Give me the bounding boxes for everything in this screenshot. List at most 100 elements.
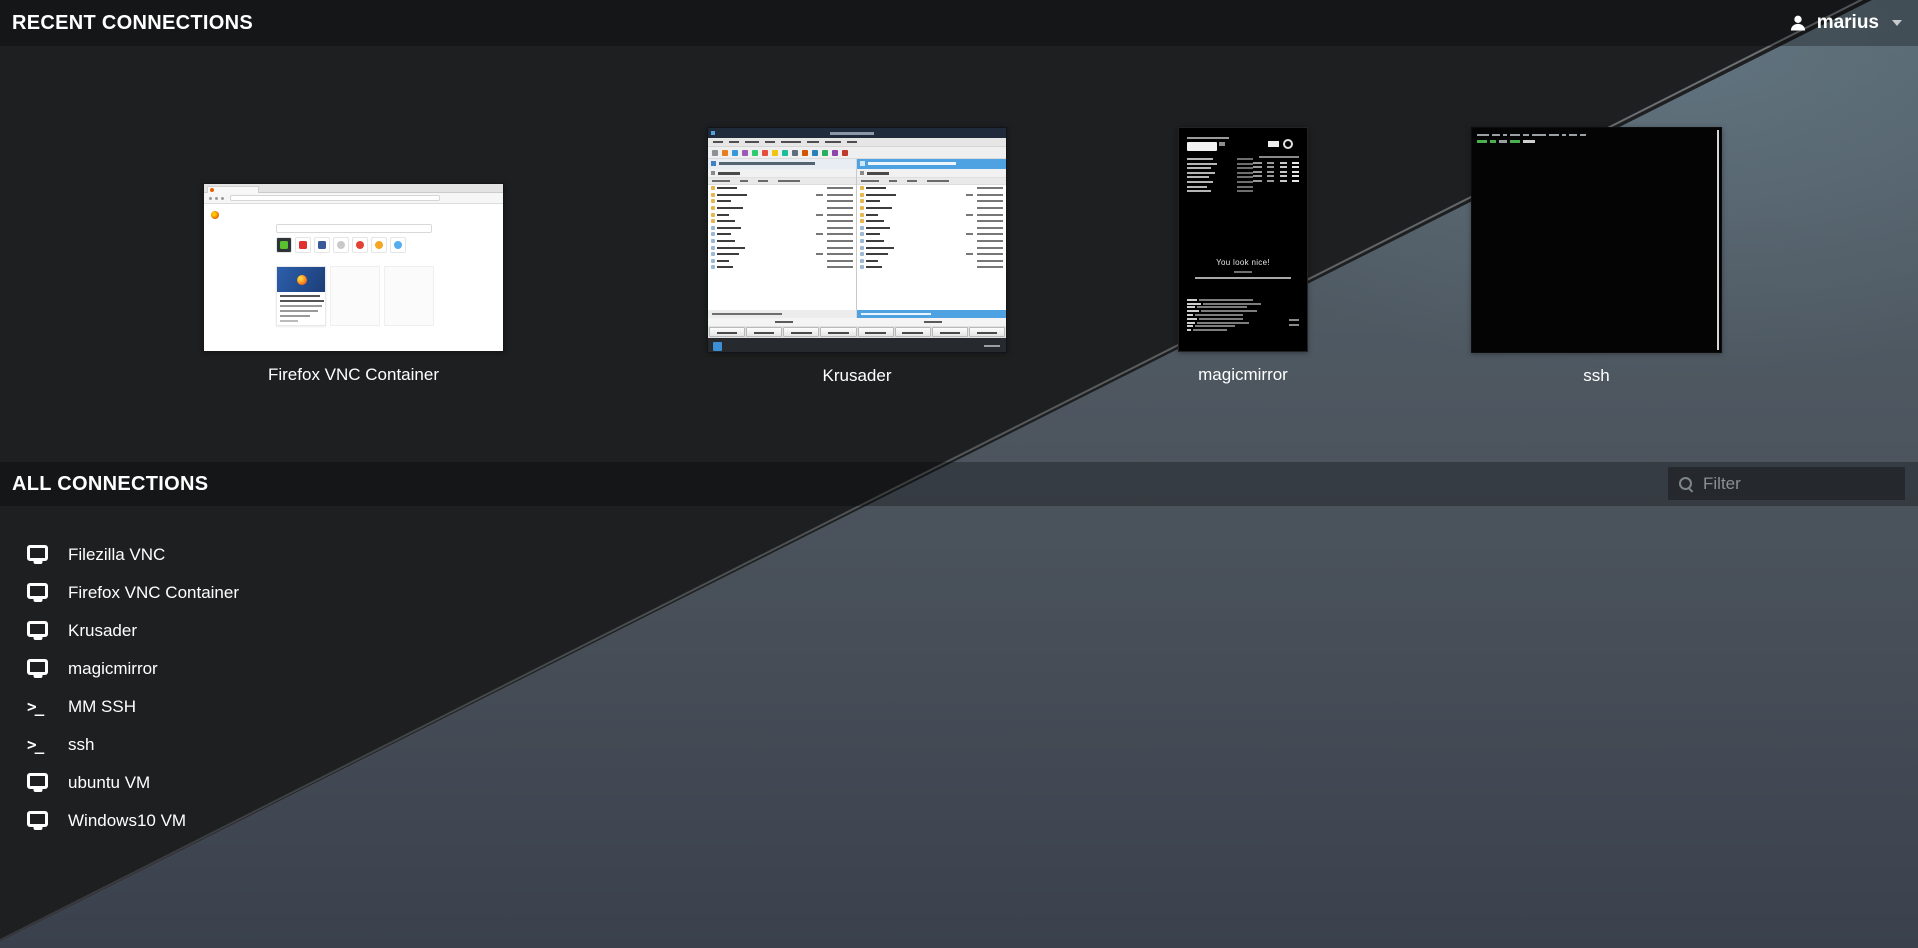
thumbnail-art — [827, 200, 853, 202]
mm-news-row — [1187, 329, 1267, 331]
thumbnail-art — [711, 232, 715, 236]
thumbnail-art — [717, 220, 735, 222]
thumbnail-art — [717, 233, 731, 235]
thumbnail-art — [827, 233, 853, 235]
thumbnail-art — [732, 150, 738, 156]
ff-shortcut-tile — [314, 237, 330, 253]
thumbnail-art — [977, 214, 1003, 216]
connection-name: Windows10 VM — [68, 811, 186, 831]
thumbnail-art — [977, 240, 1003, 242]
thumbnail-art — [394, 241, 402, 249]
kr-file-row — [857, 185, 1006, 192]
thumbnail-art — [1187, 176, 1209, 178]
filter-input[interactable] — [1694, 467, 1918, 500]
connection-list-item[interactable]: >_ magicmirror — [0, 650, 900, 688]
connection-list-item[interactable]: >_ Krusader — [0, 612, 900, 650]
connection-list-item[interactable]: >_ MM SSH — [0, 688, 900, 726]
thumbnail-art — [1292, 175, 1299, 177]
thumbnail-art — [1187, 329, 1191, 331]
thumbnail-firefox-vnc-container — [203, 183, 504, 352]
thumbnail-art — [1477, 140, 1487, 143]
ff-shortcut-tile — [371, 237, 387, 253]
kr-file-row — [857, 231, 1006, 238]
connection-icon-slot: >_ — [27, 621, 51, 641]
thumbnail-art — [717, 260, 729, 262]
connection-list-item[interactable]: >_ Windows10 VM — [0, 802, 900, 840]
thumbnail-art — [827, 260, 853, 262]
recent-connection-magicmirror[interactable]: You look nice! magicmirror — [1178, 127, 1308, 385]
kr-title-bar — [708, 128, 1006, 138]
connection-name: Firefox VNC Container — [268, 365, 439, 385]
thumbnail-art — [280, 315, 310, 317]
mm-news-row — [1187, 303, 1267, 305]
thumbnail-art — [966, 194, 973, 196]
thumbnail-art — [860, 232, 864, 236]
thumbnail-ssh-terminal — [1471, 127, 1722, 353]
thumbnail-art — [1253, 162, 1262, 164]
mm-news-row — [1187, 306, 1267, 308]
thumbnail-art — [1187, 306, 1195, 308]
thumbnail-art — [827, 194, 853, 196]
ff-shortcut-tiles — [276, 237, 406, 253]
all-connections-header: ALL CONNECTIONS — [0, 462, 1918, 506]
recent-connections-title: RECENT CONNECTIONS — [0, 0, 1918, 46]
all-connections-title: ALL CONNECTIONS — [0, 462, 1918, 506]
mm-news-row — [1187, 322, 1267, 324]
thumbnail-art — [729, 141, 739, 143]
thumbnail-art — [860, 239, 864, 243]
thumbnail-art — [866, 187, 886, 189]
ff-nav-bar — [204, 193, 503, 204]
mm-forecast-row — [1253, 180, 1299, 182]
connection-list-item[interactable]: >_ ssh — [0, 726, 900, 764]
thumbnail-art — [1253, 180, 1262, 182]
thumbnail-art — [861, 180, 879, 182]
ff-shortcut-tile — [390, 237, 406, 253]
thumbnail-art — [927, 180, 949, 182]
thumbnail-art — [280, 295, 320, 297]
thumbnail-art — [717, 247, 745, 249]
thumbnail-art — [966, 253, 973, 255]
recent-connection-firefox-vnc-container[interactable]: Firefox VNC Container — [203, 183, 504, 385]
thumbnail-art — [860, 252, 864, 256]
mm-news-row — [1187, 325, 1267, 327]
terminal-scrollbar[interactable] — [1717, 130, 1719, 350]
connection-list-item[interactable]: >_ ubuntu VM — [0, 764, 900, 802]
thumbnail-art — [860, 226, 864, 230]
recent-connection-ssh[interactable]: ssh — [1471, 127, 1722, 386]
thumbnail-art — [375, 241, 383, 249]
mm-corner-text — [1289, 319, 1299, 329]
connection-list-item[interactable]: >_ Filezilla VNC — [0, 536, 900, 574]
thumbnail-art — [778, 180, 800, 182]
monitor-icon — [27, 773, 48, 789]
thumbnail-art — [827, 227, 853, 229]
filter-box — [1668, 467, 1905, 500]
recent-connection-krusader[interactable]: Krusader — [707, 127, 1007, 386]
thumbnail-art — [812, 150, 818, 156]
thumbnail-art — [1199, 318, 1243, 320]
thumbnail-art — [1237, 186, 1253, 188]
kr-file-row — [857, 211, 1006, 218]
thumbnail-art — [711, 199, 715, 203]
thumbnail-art — [1187, 167, 1211, 169]
kr-file-row — [708, 218, 856, 225]
thumbnail-art — [847, 141, 857, 143]
mm-temperature — [1268, 141, 1279, 147]
kr-function-button — [783, 327, 819, 337]
thumbnail-art — [827, 220, 853, 222]
user-menu[interactable]: marius — [1784, 0, 1906, 46]
terminal-prompt-line — [1477, 140, 1535, 143]
thumbnail-art — [717, 194, 747, 196]
connection-list-item[interactable]: >_ Firefox VNC Container — [0, 574, 900, 612]
kr-file-row — [708, 205, 856, 212]
thumbnail-art — [1267, 166, 1274, 168]
terminal-icon: >_ — [27, 699, 42, 715]
thumbnail-art — [977, 253, 1003, 255]
thumbnail-art — [816, 253, 823, 255]
thumbnail-art — [866, 227, 890, 229]
thumbnail-art — [1187, 158, 1213, 160]
kr-file-panes — [708, 169, 1006, 310]
connection-icon-slot: >_ — [27, 545, 51, 565]
thumbnail-art — [280, 241, 288, 249]
thumbnail-art — [1253, 166, 1262, 168]
mm-calendar-row — [1187, 190, 1253, 192]
